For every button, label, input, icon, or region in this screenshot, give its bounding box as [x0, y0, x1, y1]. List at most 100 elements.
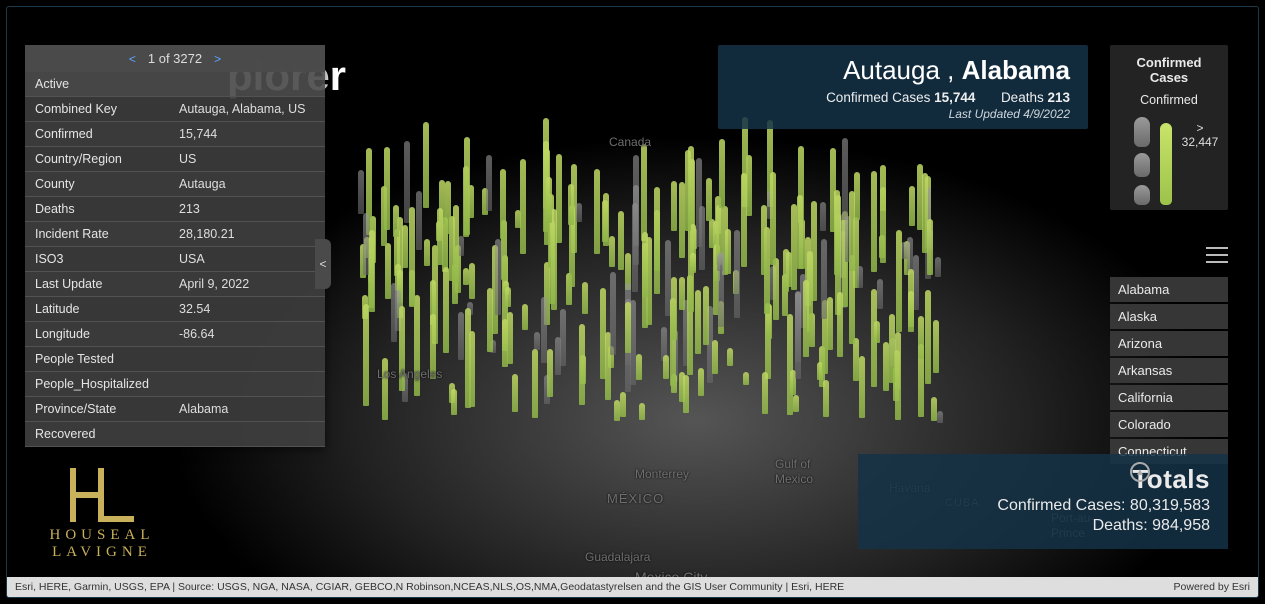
feature-popup: < 1 of 3272 > ActiveCombined KeyAutauga,… — [25, 45, 325, 447]
popup-next-icon[interactable]: > — [214, 52, 221, 66]
popup-attr-row: People_Hospitalized — [25, 372, 325, 397]
popup-attr-row: Province/StateAlabama — [25, 397, 325, 422]
collapse-up-icon[interactable]: ▲ — [1130, 462, 1150, 482]
state-list: AlabamaAlaskaArizonaArkansasCaliforniaCo… — [1110, 277, 1228, 464]
legend-cylinder-highlight-icon — [1160, 123, 1172, 205]
popup-attr-key: Recovered — [25, 422, 169, 447]
popup-attr-value: USA — [169, 247, 325, 272]
popup-pager: < 1 of 3272 > — [25, 45, 325, 72]
selection-title: Autauga , Alabama — [736, 55, 1070, 86]
totals-heading: Totals — [876, 464, 1210, 495]
selection-deaths-value: 213 — [1047, 90, 1070, 105]
legend-cylinder-icon — [1134, 153, 1150, 177]
attribution-strip: Esri, HERE, Garmin, USGS, EPA | Source: … — [7, 577, 1258, 597]
popup-attr-value — [169, 72, 325, 97]
popup-attr-key: Province/State — [25, 397, 169, 422]
legend-title: Confirmed Cases — [1118, 55, 1220, 85]
map-label-monterrey: Monterrey — [635, 467, 689, 481]
popup-attr-row: Incident Rate28,180.21 — [25, 222, 325, 247]
popup-attr-row: CountyAutauga — [25, 172, 325, 197]
selection-last-updated: Last Updated 4/9/2022 — [736, 107, 1070, 121]
totals-deaths-label: Deaths: — [1093, 517, 1153, 534]
popup-attr-key: Latitude — [25, 297, 169, 322]
popup-attr-row: People Tested — [25, 347, 325, 372]
map-label-canada: Canada — [609, 135, 651, 149]
popup-attr-value: Autauga, Alabama, US — [169, 97, 325, 122]
legend-cylinder-icon — [1134, 117, 1150, 147]
popup-attr-value: 28,180.21 — [169, 222, 325, 247]
selection-state: Alabama — [962, 55, 1070, 85]
selection-cc-label: Confirmed Cases — [826, 90, 934, 105]
legend-symbols: > 32,447 — [1118, 115, 1220, 205]
popup-prev-icon[interactable]: < — [129, 52, 136, 66]
selection-summary-card: Autauga , Alabama Confirmed Cases 15,744… — [718, 45, 1088, 129]
popup-attr-key: People Tested — [25, 347, 169, 372]
attribution-left: Esri, HERE, Garmin, USGS, EPA | Source: … — [15, 581, 844, 593]
selection-cc-value: 15,744 — [934, 90, 975, 105]
popup-attr-row: Last UpdateApril 9, 2022 — [25, 272, 325, 297]
popup-attr-value: Autauga — [169, 172, 325, 197]
popup-collapse-handle[interactable]: < — [315, 239, 331, 289]
map-label-gulf-mexico: Mexico — [775, 472, 813, 486]
attribution-right[interactable]: Powered by Esri — [1174, 581, 1250, 593]
popup-attr-value — [169, 422, 325, 447]
popup-attr-value — [169, 372, 325, 397]
popup-attr-key: Country/Region — [25, 147, 169, 172]
selection-county: Autauga — [843, 55, 940, 85]
popup-attr-value: 15,744 — [169, 122, 325, 147]
logo-text-2: LAVIGNE — [37, 544, 167, 561]
totals-cc-value: 80,319,583 — [1130, 497, 1210, 514]
menu-icon[interactable] — [1206, 247, 1228, 263]
popup-attr-row: Longitude-86.64 — [25, 322, 325, 347]
map-label-mexico: MÉXICO — [607, 491, 664, 506]
popup-attr-value: April 9, 2022 — [169, 272, 325, 297]
popup-attr-key: Incident Rate — [25, 222, 169, 247]
totals-deaths-value: 984,958 — [1152, 517, 1210, 534]
popup-attr-key: Combined Key — [25, 97, 169, 122]
globe-bars-3d — [337, 147, 977, 467]
popup-attr-row: Active — [25, 72, 325, 97]
map-label-gulf-of: Gulf of — [775, 457, 810, 471]
popup-attr-key: Active — [25, 72, 169, 97]
popup-attr-row: Confirmed15,744 — [25, 122, 325, 147]
state-list-item[interactable]: Arizona — [1110, 331, 1228, 356]
popup-attr-key: Confirmed — [25, 122, 169, 147]
popup-attr-value: 32.54 — [169, 297, 325, 322]
popup-attr-key: Deaths — [25, 197, 169, 222]
state-list-item[interactable]: Colorado — [1110, 412, 1228, 437]
popup-attr-value: Alabama — [169, 397, 325, 422]
selection-separator: , — [940, 55, 962, 85]
totals-card: ▲ Totals Confirmed Cases: 80,319,583 Dea… — [858, 454, 1228, 549]
logo-mark-icon — [67, 467, 137, 523]
popup-attr-value: -86.64 — [169, 322, 325, 347]
popup-attr-key: ISO3 — [25, 247, 169, 272]
popup-pager-label: 1 of 3272 — [148, 51, 202, 66]
legend-subtitle: Confirmed — [1118, 93, 1220, 107]
popup-attr-row: ISO3USA — [25, 247, 325, 272]
legend-card: Confirmed Cases Confirmed > 32,447 — [1110, 45, 1228, 210]
popup-attr-value: US — [169, 147, 325, 172]
popup-attr-row: Latitude32.54 — [25, 297, 325, 322]
popup-attr-key: Longitude — [25, 322, 169, 347]
map-label-guadalajara: Guadalajara — [585, 550, 650, 564]
logo-text-1: HOUSEAL — [37, 527, 167, 544]
selection-deaths-label: Deaths — [1001, 90, 1048, 105]
popup-attribute-table: ActiveCombined KeyAutauga, Alabama, USCo… — [25, 72, 325, 447]
popup-attr-row: Deaths213 — [25, 197, 325, 222]
state-list-item[interactable]: California — [1110, 385, 1228, 410]
popup-attr-row: Combined KeyAutauga, Alabama, US — [25, 97, 325, 122]
state-list-item[interactable]: Alaska — [1110, 304, 1228, 329]
state-list-item[interactable]: Arkansas — [1110, 358, 1228, 383]
totals-cc-label: Confirmed Cases: — [997, 497, 1130, 514]
legend-cylinder-icon — [1134, 185, 1150, 205]
popup-attr-value: 213 — [169, 197, 325, 222]
popup-attr-row: Country/RegionUS — [25, 147, 325, 172]
map-label-los-angeles: Los Angeles — [377, 367, 442, 381]
popup-attr-row: Recovered — [25, 422, 325, 447]
popup-attr-key: County — [25, 172, 169, 197]
popup-attr-value — [169, 347, 325, 372]
popup-attr-key: People_Hospitalized — [25, 372, 169, 397]
brand-logo: HOUSEAL LAVIGNE — [37, 467, 167, 561]
state-list-item[interactable]: Alabama — [1110, 277, 1228, 302]
popup-attr-key: Last Update — [25, 272, 169, 297]
